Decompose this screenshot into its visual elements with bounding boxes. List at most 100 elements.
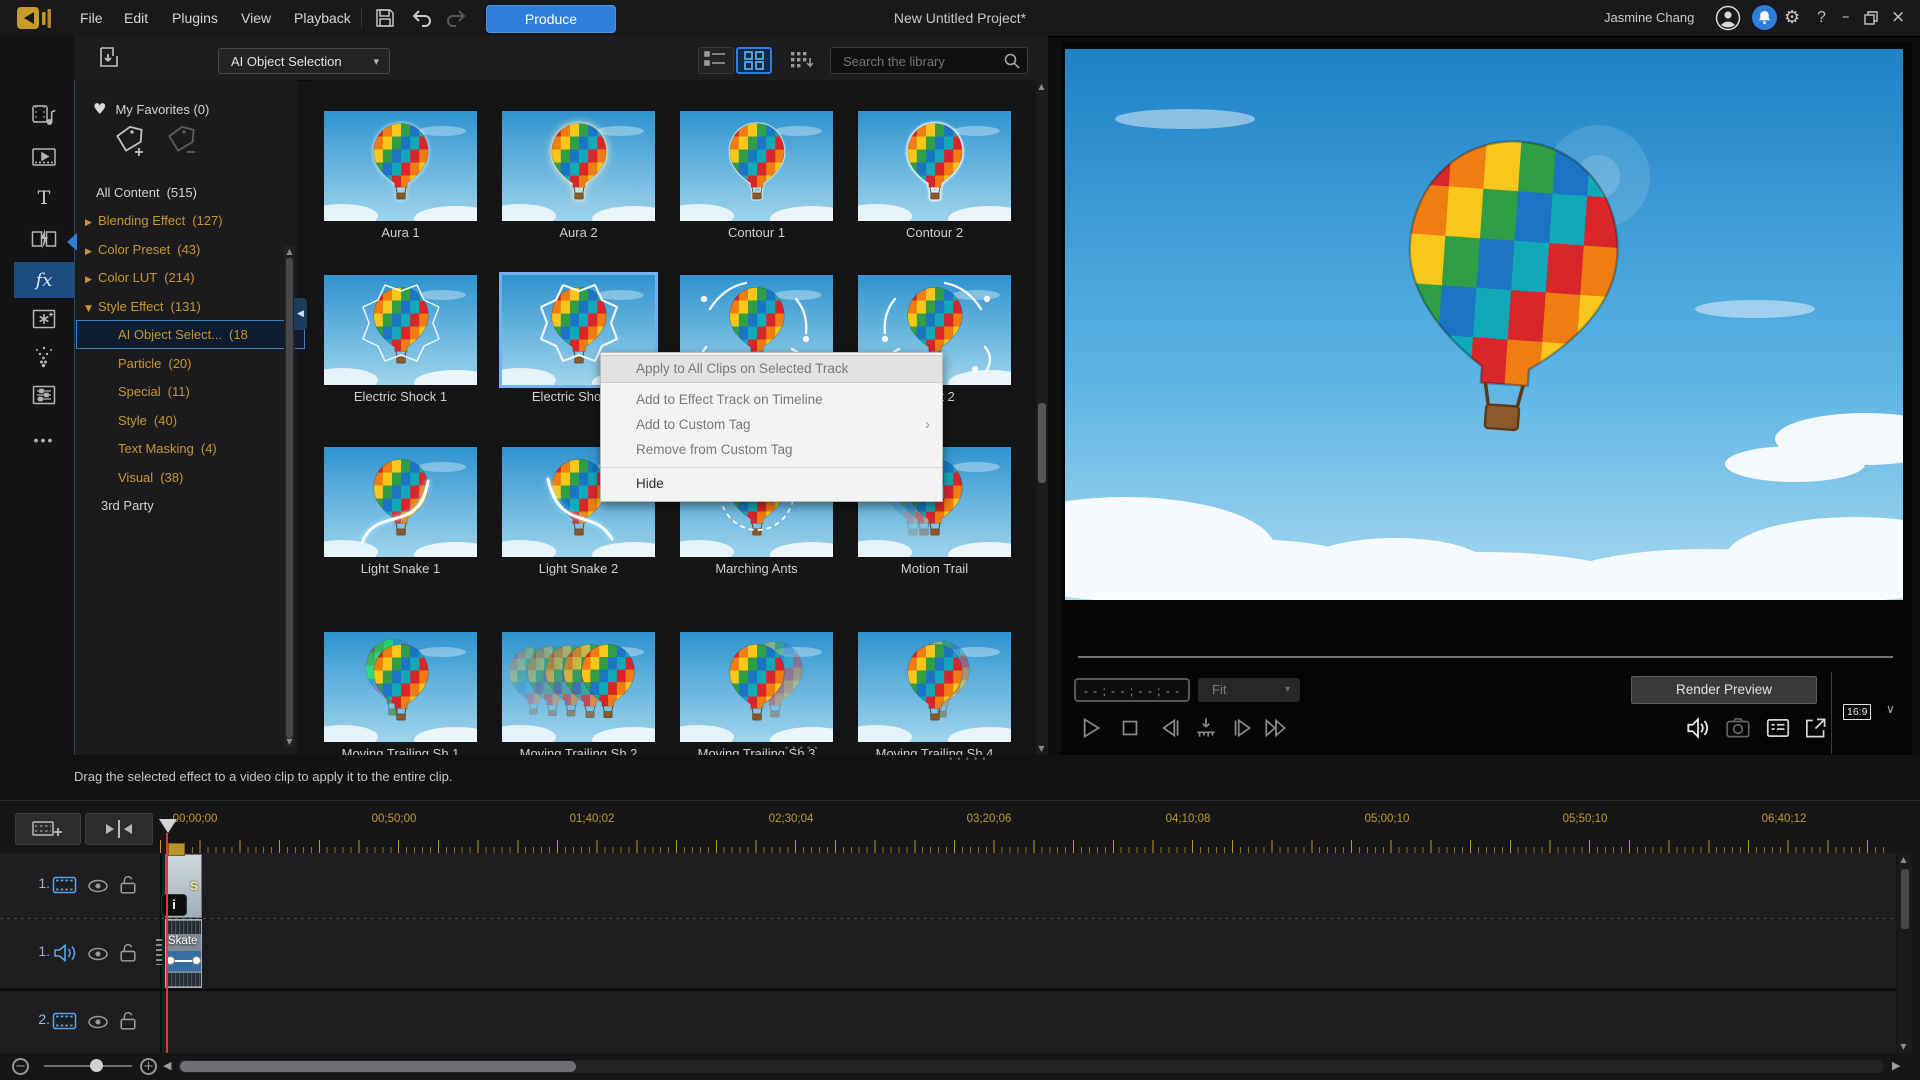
media-room-icon[interactable]	[14, 97, 74, 133]
fast-forward-button[interactable]	[1262, 714, 1290, 742]
scroll-down-icon[interactable]: ▼	[1036, 744, 1047, 753]
menu-edit[interactable]: Edit	[118, 0, 154, 36]
panel-resize-grip[interactable]: •••••	[948, 755, 990, 765]
user-avatar-icon[interactable]	[1715, 5, 1741, 36]
list-view-button[interactable]	[698, 47, 734, 74]
effect-room-icon[interactable]: fx	[14, 262, 74, 298]
particle-room-icon[interactable]	[14, 339, 74, 375]
overlay-room-icon[interactable]	[14, 139, 74, 175]
grid-view-button[interactable]	[736, 47, 772, 74]
sort-icon[interactable]	[788, 49, 818, 78]
zoom-slider-handle[interactable]	[90, 1059, 103, 1072]
menu-playback[interactable]: Playback	[288, 0, 357, 36]
tree-item-text-masking[interactable]: Text Masking(4)	[77, 435, 304, 462]
tree-item-particle[interactable]: Particle(20)	[77, 350, 304, 377]
effect-card-moving-trailing-sh-4[interactable]: Moving Trailing Sh 4	[858, 632, 1011, 755]
previous-frame-button[interactable]	[1156, 714, 1184, 742]
context-menu-item-apply-to-all-clips-on-selected-track[interactable]: Apply to All Clips on Selected Track	[601, 355, 942, 383]
tree-item-3rd-party[interactable]: 3rd Party	[77, 492, 287, 519]
effect-card-moving-trailing-sh-2[interactable]: Moving Trailing Sh 2	[502, 632, 655, 755]
close-icon[interactable]: ×	[1891, 0, 1905, 34]
timeline-vscrollbar[interactable]: ▲ ▼	[1898, 853, 1912, 1053]
tree-item-blending-effect[interactable]: ▶Blending Effect(127)	[77, 207, 271, 234]
context-menu-item-add-to-effect-track-on-timeline[interactable]: Add to Effect Track on Timeline	[601, 387, 942, 412]
video-track-1[interactable]: 1.	[0, 853, 1896, 918]
stop-button[interactable]	[1116, 714, 1144, 742]
context-menu-item-hide[interactable]: Hide	[601, 467, 942, 497]
tree-item-all-content[interactable]: All Content(515)	[77, 179, 282, 206]
redo-icon[interactable]	[444, 7, 468, 31]
restore-window-icon[interactable]	[1864, 11, 1878, 30]
audio-mixing-room-icon[interactable]	[14, 377, 74, 413]
scroll-up-icon[interactable]: ▲	[284, 247, 295, 256]
search-icon[interactable]	[1003, 52, 1021, 75]
minimize-icon[interactable]: –	[1842, 0, 1850, 32]
clip-grip[interactable]	[156, 939, 162, 965]
tree-scroll-thumb[interactable]	[286, 258, 293, 738]
snapshot-camera-icon[interactable]	[1724, 714, 1752, 742]
preview-timecode[interactable]: - - ; - - ; - - ; - -	[1074, 678, 1190, 702]
collapse-tree-button[interactable]: ◀	[294, 298, 307, 330]
clip-audio-segment[interactable]: Skate	[165, 919, 202, 988]
audio-track-1[interactable]: 1.	[0, 919, 1896, 988]
effect-thumbnail[interactable]	[680, 632, 833, 742]
tree-item-special[interactable]: Special(11)	[77, 378, 304, 405]
scroll-down-icon[interactable]: ▼	[284, 737, 295, 746]
blending-room-icon[interactable]	[14, 301, 74, 337]
playhead-handle[interactable]	[159, 819, 177, 833]
grid-scroll-thumb[interactable]	[1038, 403, 1046, 483]
effect-card-contour-2[interactable]: Contour 2	[858, 111, 1011, 240]
effect-thumbnail[interactable]	[324, 632, 477, 742]
tree-item-style-effect[interactable]: ▼Style Effect(131)	[77, 293, 271, 320]
volume-icon[interactable]	[1684, 714, 1712, 742]
scroll-down-icon[interactable]: ▼	[1898, 1042, 1909, 1051]
preview-seekbar[interactable]	[1078, 656, 1893, 658]
scroll-right-icon[interactable]: ▶	[1892, 1059, 1900, 1072]
lock-icon[interactable]	[117, 941, 139, 969]
tree-item-color-preset[interactable]: ▶Color Preset(43)	[77, 236, 271, 263]
search-input[interactable]	[841, 50, 1001, 72]
effect-thumbnail[interactable]	[858, 632, 1011, 742]
menu-view[interactable]: View	[235, 0, 277, 36]
notification-bell-icon[interactable]	[1752, 5, 1777, 30]
eye-icon[interactable]	[86, 877, 110, 900]
menu-plugins[interactable]: Plugins	[166, 0, 224, 36]
save-icon[interactable]	[374, 7, 398, 31]
more-rooms-icon[interactable]: •••	[14, 422, 74, 458]
effect-card-aura-1[interactable]: Aura 1	[324, 111, 477, 240]
produce-button[interactable]: Produce	[486, 5, 616, 33]
effect-thumbnail[interactable]	[502, 111, 655, 221]
tree-item-visual[interactable]: Visual(38)	[77, 464, 304, 491]
favorites-item[interactable]: ♥My Favorites (0)	[93, 98, 209, 120]
effect-card-contour-1[interactable]: Contour 1	[680, 111, 833, 240]
grid-scrollbar[interactable]: ▲ ▼	[1036, 80, 1048, 755]
preview-video-frame[interactable]	[1065, 49, 1903, 600]
render-preview-button[interactable]: Render Preview	[1631, 676, 1817, 704]
timeline-zoom-slider[interactable]	[44, 1065, 132, 1067]
effect-card-moving-trailing-sh-1[interactable]: Moving Trailing Sh 1	[324, 632, 477, 755]
eye-icon[interactable]	[86, 1013, 110, 1036]
effect-card-electric-shock-1[interactable]: Electric Shock 1	[324, 275, 477, 404]
tree-item-ai-object-select-[interactable]: AI Object Select...(18	[77, 321, 304, 348]
import-media-icon[interactable]	[95, 44, 123, 77]
effect-thumbnail[interactable]	[324, 447, 477, 557]
aspect-ratio-badge[interactable]: 16:9	[1843, 704, 1871, 720]
library-category-dropdown[interactable]: AI Object Selection ▾	[218, 48, 390, 74]
timeline-hscrollbar[interactable]	[178, 1060, 1884, 1073]
hscroll-thumb[interactable]	[180, 1061, 576, 1072]
vscroll-thumb[interactable]	[1901, 869, 1909, 929]
split-clip-button[interactable]	[85, 813, 153, 845]
effect-card-light-snake-1[interactable]: Light Snake 1	[324, 447, 477, 576]
zoom-fit-dropdown[interactable]: Fit ▾	[1198, 678, 1300, 702]
panel-resize-grip[interactable]: •••••	[784, 744, 821, 754]
zoom-out-button[interactable]: −	[12, 1058, 29, 1075]
preview-quality-icon[interactable]	[1764, 714, 1792, 742]
transition-room-icon[interactable]	[14, 221, 74, 257]
effect-thumbnail[interactable]	[324, 275, 477, 385]
menu-file[interactable]: File	[74, 0, 109, 36]
scroll-up-icon[interactable]: ▲	[1898, 855, 1909, 864]
scroll-up-icon[interactable]: ▲	[1036, 82, 1047, 91]
zoom-in-button[interactable]: +	[140, 1058, 157, 1075]
context-menu-item-remove-from-custom-tag[interactable]: Remove from Custom Tag	[601, 437, 942, 462]
undock-preview-icon[interactable]	[1802, 714, 1830, 742]
